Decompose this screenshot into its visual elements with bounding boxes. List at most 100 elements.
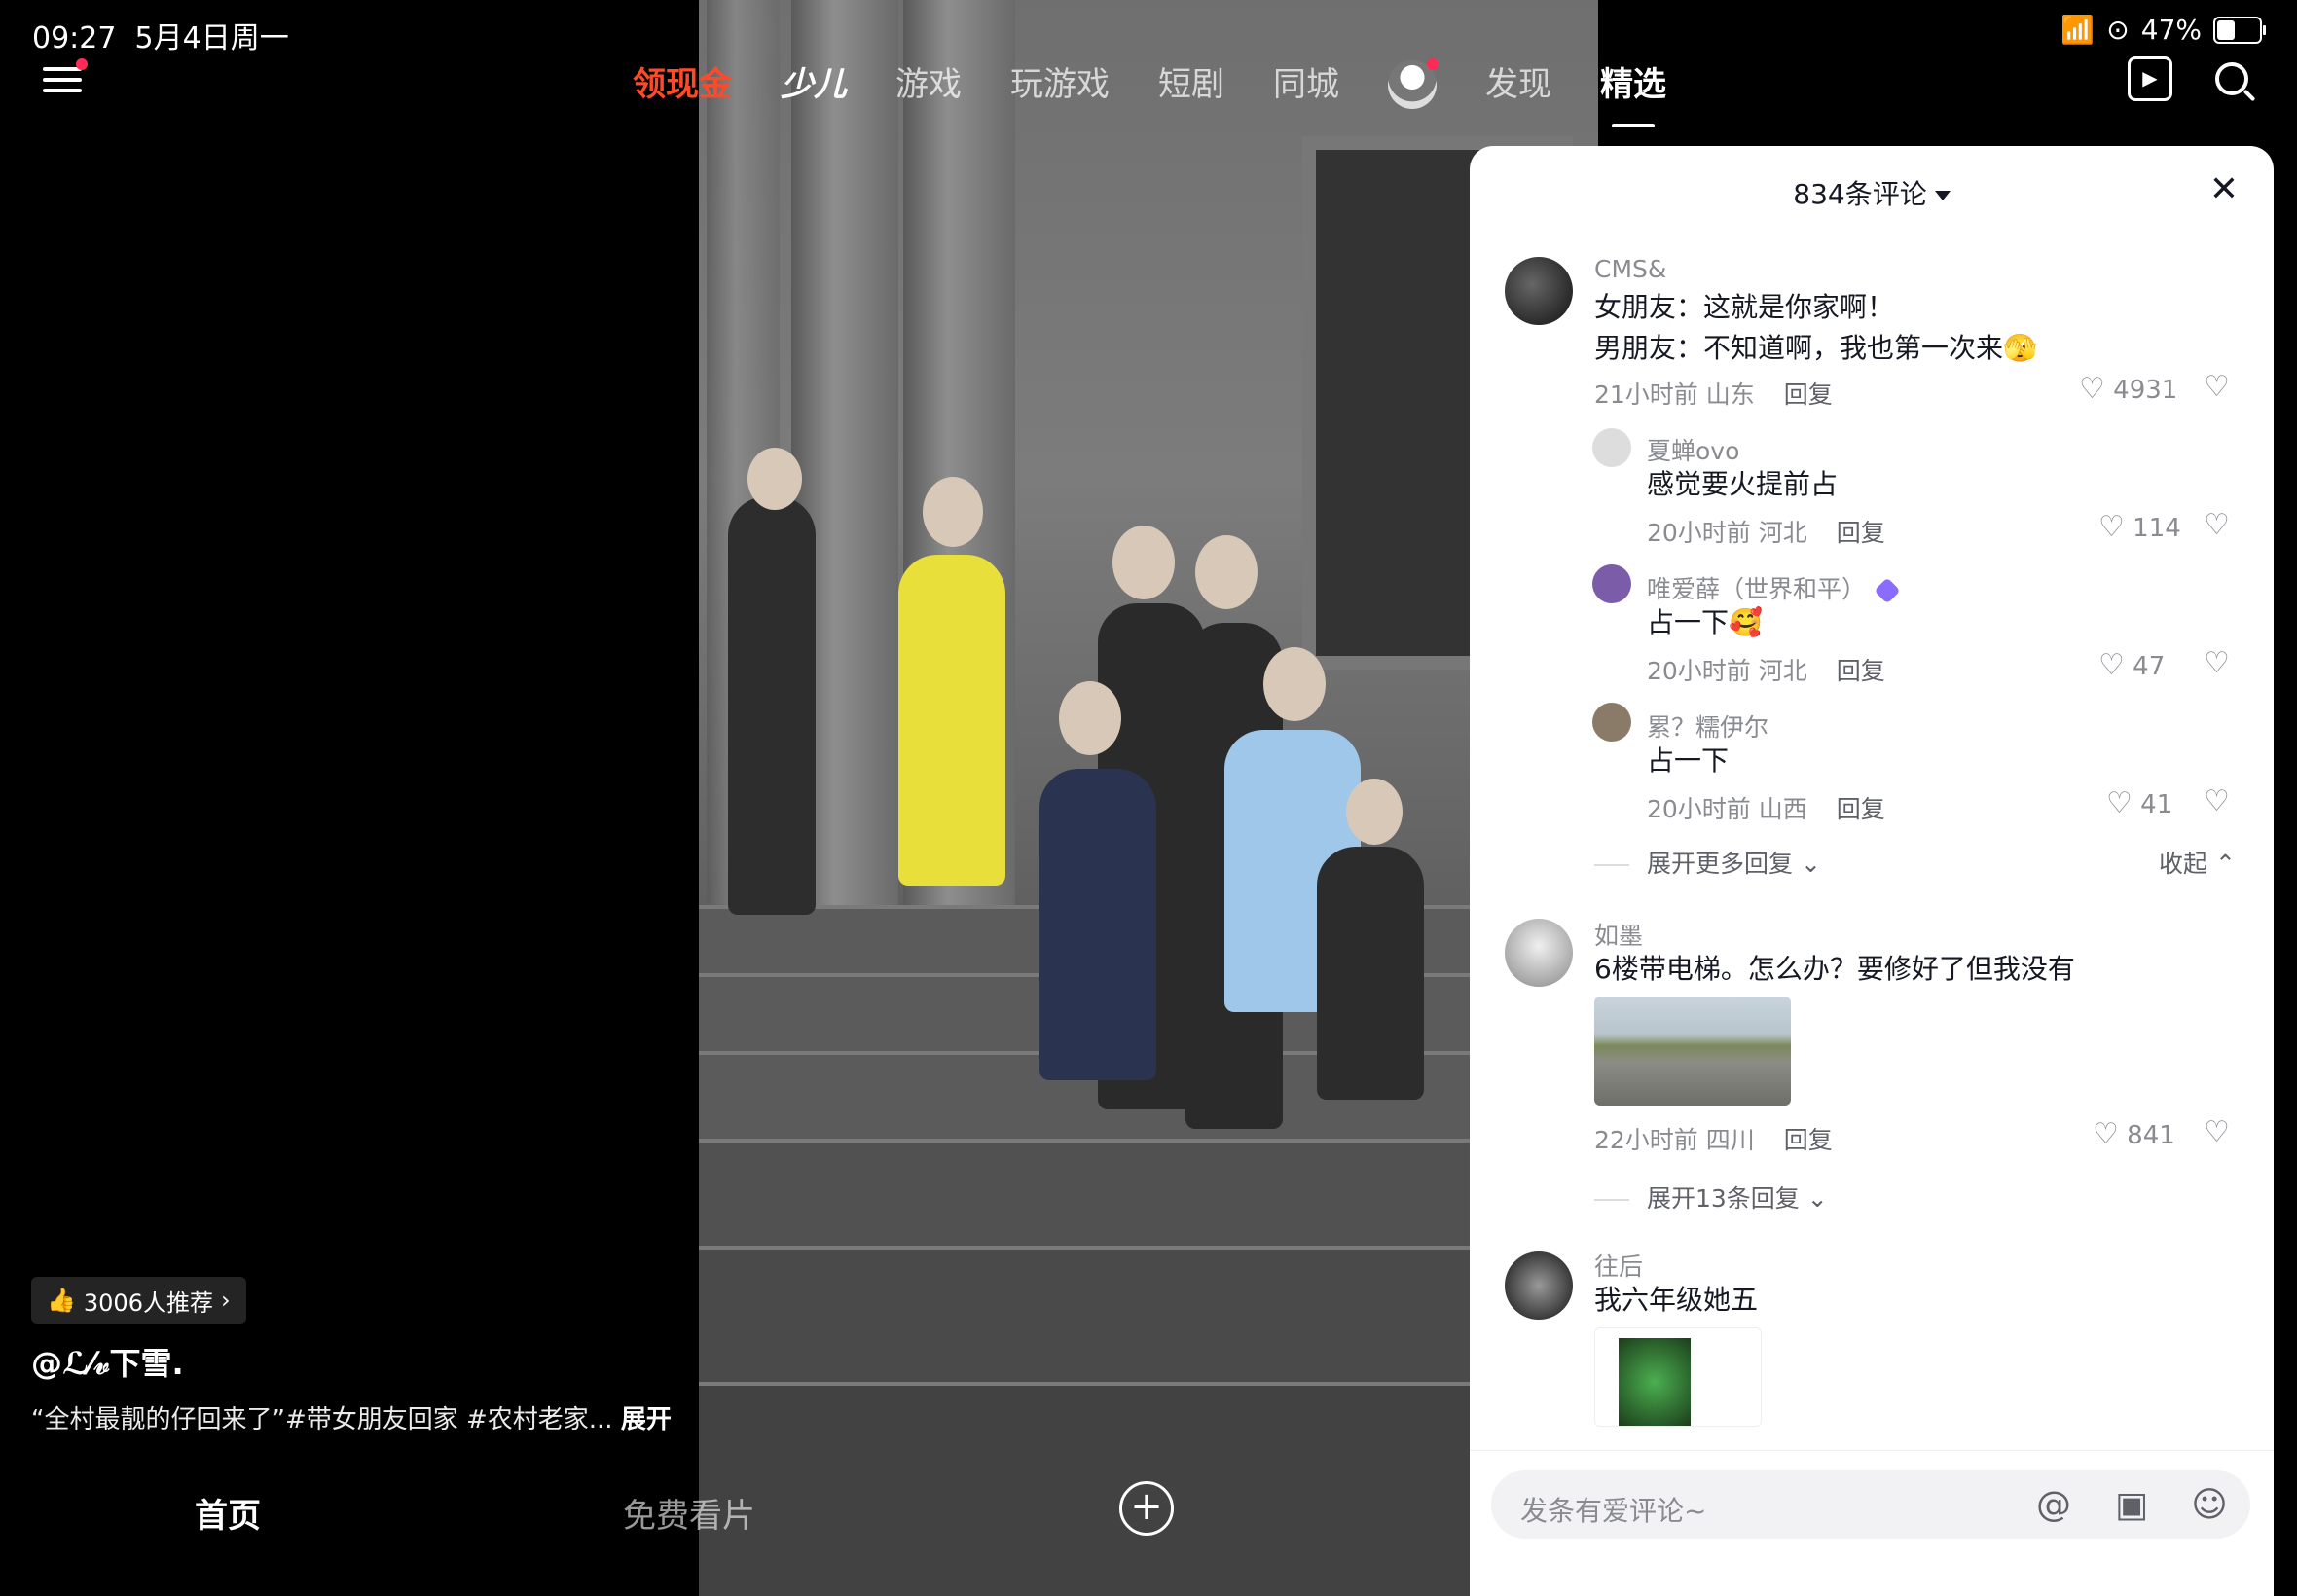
like-button[interactable]: ♡ 114 bbox=[2098, 510, 2181, 544]
reply-button[interactable]: 回复 bbox=[1784, 381, 1833, 409]
reply-button[interactable]: 回复 bbox=[1784, 1126, 1833, 1154]
image-icon[interactable]: ▣ bbox=[2110, 1484, 2153, 1527]
emoji-icon[interactable]: ☺ bbox=[2188, 1484, 2231, 1527]
expand-more-replies[interactable]: 展开更多回复 ⌄ bbox=[1594, 845, 1821, 880]
expand-label: 展开13条回复 bbox=[1647, 1184, 1800, 1213]
create-button[interactable]: + bbox=[1119, 1481, 1174, 1536]
badge-icon bbox=[1874, 577, 1901, 604]
like-count: 4931 bbox=[2113, 376, 2178, 405]
comment-username[interactable]: 累？糯伊尔 bbox=[1647, 708, 1768, 744]
chevron-down-icon bbox=[1934, 191, 1951, 200]
like-count: 41 bbox=[2140, 790, 2173, 819]
notification-dot bbox=[76, 58, 88, 70]
caption-expand[interactable]: 展开 bbox=[621, 1405, 672, 1434]
comment-meta: 20小时前 河北 回复 bbox=[1647, 652, 1885, 687]
comment-text: 男朋友：不知道啊，我也第一次来🫣 bbox=[1594, 332, 2037, 364]
avatar[interactable] bbox=[1505, 919, 1573, 987]
reply-button[interactable]: 回复 bbox=[1837, 657, 1885, 685]
collapse-replies[interactable]: 收起 ⌃ bbox=[2159, 845, 2236, 880]
comment-meta: 22小时前 四川 回复 bbox=[1594, 1121, 1833, 1156]
video-person-head bbox=[747, 448, 802, 510]
expand-label: 展开更多回复 bbox=[1647, 850, 1794, 878]
comment-time-location: 21小时前 山东 bbox=[1594, 381, 1755, 409]
username-text: 唯爱薛（世界和平） bbox=[1647, 575, 1867, 603]
comment-text: 我六年级她五 bbox=[1594, 1284, 1759, 1316]
video-person-head bbox=[1195, 535, 1258, 609]
dislike-icon[interactable]: ♡ bbox=[2204, 784, 2230, 818]
live-icon[interactable]: ▶ bbox=[2128, 56, 2172, 101]
comment-image-thumb bbox=[1619, 1338, 1691, 1426]
video-player[interactable] bbox=[699, 0, 1598, 1596]
thumbs-up-icon: 👍 bbox=[47, 1287, 76, 1314]
expand-13-replies[interactable]: 展开13条回复 ⌄ bbox=[1594, 1179, 1828, 1215]
comment-text: 占一下🥰 bbox=[1647, 606, 1763, 638]
reply-button[interactable]: 回复 bbox=[1837, 519, 1885, 547]
tab-discover[interactable]: 发现 bbox=[1485, 61, 1551, 108]
tab-local[interactable]: 同城 bbox=[1273, 61, 1339, 108]
video-person-head bbox=[1346, 779, 1403, 845]
dislike-icon[interactable]: ♡ bbox=[2204, 646, 2230, 680]
comment-username[interactable]: 唯爱薛（世界和平） bbox=[1647, 570, 1901, 605]
comment-time-location: 20小时前 山西 bbox=[1647, 795, 1807, 823]
comment-username[interactable]: 如墨 bbox=[1594, 917, 1643, 952]
video-person-head bbox=[1112, 526, 1175, 599]
battery-icon bbox=[2213, 16, 2266, 44]
bottom-tab-home[interactable]: 首页 bbox=[195, 1489, 261, 1537]
tab-featured[interactable]: 精选 bbox=[1600, 61, 1666, 108]
recommend-badge[interactable]: 👍 3006人推荐 › bbox=[31, 1277, 246, 1324]
video-person bbox=[728, 496, 816, 915]
avatar[interactable] bbox=[1592, 564, 1631, 603]
like-button[interactable]: ♡ 4931 bbox=[2079, 372, 2177, 406]
video-person-head bbox=[1059, 681, 1121, 755]
tab-avatar[interactable] bbox=[1388, 58, 1439, 109]
heart-icon: ♡ bbox=[2098, 510, 2125, 544]
tab-play-games[interactable]: 玩游戏 bbox=[1010, 61, 1110, 108]
tab-kids[interactable]: 少儿 bbox=[781, 61, 847, 108]
like-button[interactable]: ♡ 41 bbox=[2106, 786, 2172, 820]
comment-input-area: 发条有爱评论~ @ ▣ ☺ bbox=[1470, 1450, 2274, 1596]
comment-username[interactable]: 往后 bbox=[1594, 1248, 1643, 1283]
video-step bbox=[699, 1139, 1598, 1250]
menu-button[interactable] bbox=[43, 58, 88, 99]
comment-image[interactable] bbox=[1594, 1327, 1762, 1427]
heart-icon: ♡ bbox=[2093, 1117, 2119, 1151]
bottom-tab-free[interactable]: 免费看片 bbox=[623, 1489, 755, 1537]
comment-placeholder: 发条有爱评论~ bbox=[1520, 1495, 1707, 1527]
dislike-icon[interactable]: ♡ bbox=[2204, 1115, 2230, 1149]
like-button[interactable]: ♡ 47 bbox=[2098, 648, 2165, 682]
like-count: 114 bbox=[2133, 514, 2181, 543]
tab-cash[interactable]: 领现金 bbox=[633, 61, 732, 108]
comment-time-location: 20小时前 河北 bbox=[1647, 657, 1807, 685]
at-icon[interactable]: @ bbox=[2032, 1484, 2075, 1527]
comment-username[interactable]: 夏蝉ovo bbox=[1647, 432, 1739, 467]
avatar[interactable] bbox=[1505, 1251, 1573, 1320]
reply-button[interactable]: 回复 bbox=[1837, 795, 1885, 823]
video-author[interactable]: @ℒ⁄𝓋下雪. bbox=[31, 1339, 184, 1384]
comment-image[interactable] bbox=[1594, 997, 1791, 1106]
chevron-up-icon: ⌃ bbox=[2214, 850, 2236, 878]
tab-short-drama[interactable]: 短剧 bbox=[1158, 61, 1224, 108]
tab-games[interactable]: 游戏 bbox=[895, 61, 962, 108]
comment-meta: 20小时前 山西 回复 bbox=[1647, 790, 1885, 825]
comments-header[interactable]: 834条评论 bbox=[1470, 173, 2274, 212]
comments-panel: 834条评论 ✕ CMS& 女朋友：这就是你家啊！ 男朋友：不知道啊，我也第一次… bbox=[1470, 146, 2274, 1596]
like-button[interactable]: ♡ 841 bbox=[2093, 1117, 2175, 1151]
comment-input[interactable]: 发条有爱评论~ @ ▣ ☺ bbox=[1491, 1470, 2250, 1539]
avatar[interactable] bbox=[1592, 703, 1631, 742]
comments-count: 834条评论 bbox=[1793, 178, 1927, 210]
like-count: 841 bbox=[2127, 1121, 2175, 1150]
video-person bbox=[1039, 769, 1156, 1080]
comment-time-location: 20小时前 河北 bbox=[1647, 519, 1807, 547]
video-person bbox=[898, 555, 1005, 886]
comment-username[interactable]: CMS& bbox=[1594, 255, 1666, 283]
avatar[interactable] bbox=[1505, 257, 1573, 325]
close-icon[interactable]: ✕ bbox=[2209, 169, 2239, 209]
chevron-down-icon: ⌄ bbox=[1800, 850, 1821, 878]
dislike-icon[interactable]: ♡ bbox=[2204, 370, 2230, 404]
heart-icon: ♡ bbox=[2079, 372, 2105, 406]
video-caption[interactable]: “全村最靓的仔回来了”#带女朋友回家 #农村老家... 展开 bbox=[31, 1399, 672, 1435]
search-icon[interactable] bbox=[2215, 62, 2248, 95]
dislike-icon[interactable]: ♡ bbox=[2204, 508, 2230, 542]
chevron-right-icon: › bbox=[220, 1287, 231, 1314]
avatar[interactable] bbox=[1592, 428, 1631, 467]
